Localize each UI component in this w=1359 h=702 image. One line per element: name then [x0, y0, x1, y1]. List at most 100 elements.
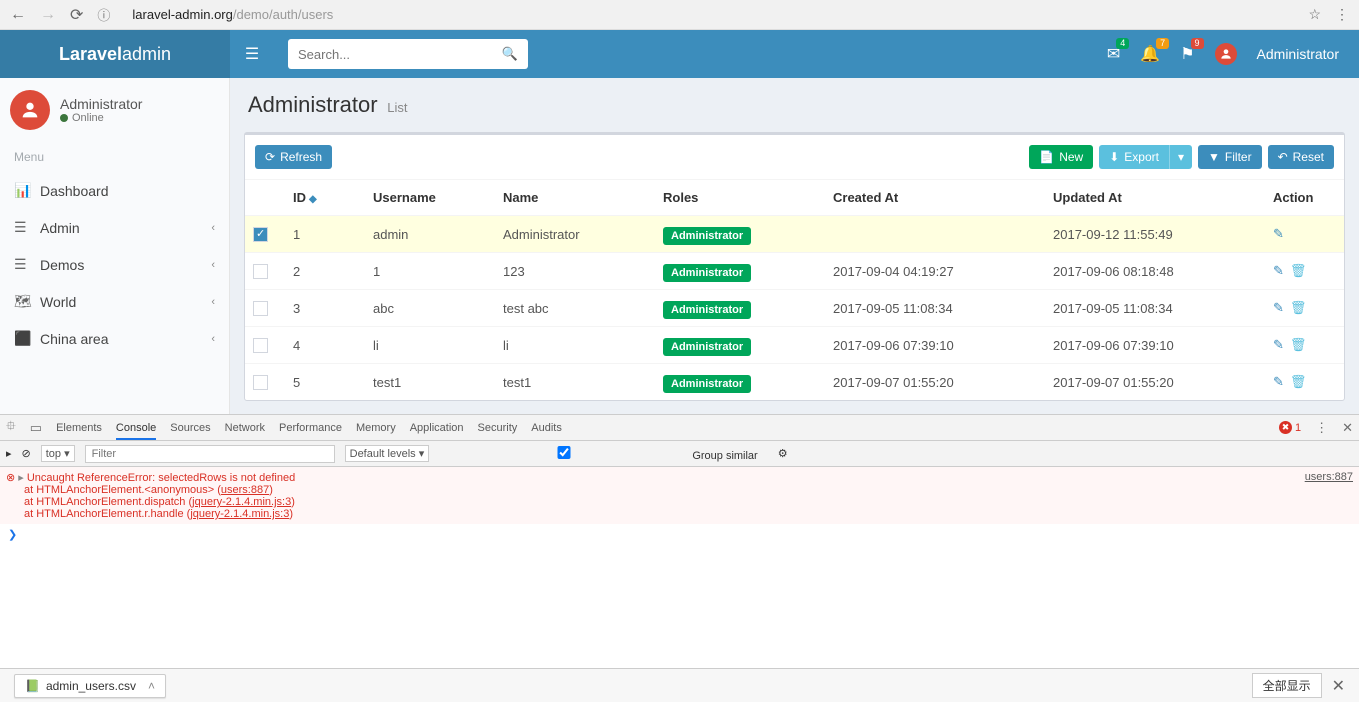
devtools-close-icon[interactable]: ✕: [1342, 420, 1353, 436]
download-file[interactable]: 📗admin_users.csv˄: [14, 674, 166, 698]
devtools-tab-application[interactable]: Application: [410, 422, 464, 434]
mail-icon[interactable]: ✉4: [1107, 44, 1120, 64]
bell-icon[interactable]: 🔔7: [1140, 44, 1160, 64]
trash-icon[interactable]: 🗑: [1290, 263, 1307, 278]
filter-button[interactable]: ▼Filter: [1198, 145, 1262, 169]
sidebar-item-demos[interactable]: ☰Demos‹: [0, 246, 229, 283]
cell-id: 1: [285, 216, 365, 253]
sidebar-item-label: China area: [40, 331, 109, 347]
edit-icon[interactable]: ✎: [1273, 374, 1284, 389]
sidebar-item-admin[interactable]: ☰Admin‹: [0, 209, 229, 246]
export-button[interactable]: ⬇Export: [1099, 145, 1169, 169]
export-dropdown[interactable]: ▾: [1169, 145, 1192, 169]
refresh-button[interactable]: ⟳Refresh: [255, 145, 332, 169]
device-icon[interactable]: ▭: [30, 420, 42, 436]
user-name[interactable]: Administrator: [1257, 46, 1339, 62]
edit-icon[interactable]: ✎: [1273, 337, 1284, 352]
devtools-tab-sources[interactable]: Sources: [170, 422, 210, 434]
new-button[interactable]: 📄New: [1029, 145, 1093, 169]
role-badge: Administrator: [663, 301, 751, 319]
edit-icon[interactable]: ✎: [1273, 263, 1284, 278]
devtools-tab-console[interactable]: Console: [116, 422, 156, 440]
cell-name: 123: [495, 253, 655, 290]
forward-icon[interactable]: →: [40, 6, 56, 24]
group-similar-checkbox[interactable]: Group similar: [439, 446, 757, 462]
search-box: 🔍: [288, 39, 528, 69]
sidebar-item-dashboard[interactable]: 📊Dashboard: [0, 172, 229, 209]
page-title: Administrator: [248, 92, 378, 117]
browser-toolbar: ← → ⟳ ⓘ laravel-admin.org/demo/auth/user…: [0, 0, 1359, 30]
download-bar: 📗admin_users.csv˄ 全部显示 ✕: [0, 668, 1359, 702]
menu-icon[interactable]: ⋮: [1335, 6, 1349, 23]
devtools-filter-bar: ▸ ⊘ top ▾ Default levels ▾ Group similar…: [0, 441, 1359, 467]
cell-updated: 2017-09-05 11:08:34: [1045, 290, 1265, 327]
sidebar-item-china-area[interactable]: ⬛ China area ‹: [0, 320, 229, 357]
scope-select[interactable]: top ▾: [41, 445, 75, 462]
table-row: 5 test1 test1 Administrator 2017-09-07 0…: [245, 364, 1344, 401]
sort-icon[interactable]: ◆: [309, 194, 317, 205]
stack-link[interactable]: jquery-2.1.4.min.js:3: [190, 508, 289, 520]
data-table: ID◆ Username Name Roles Created At Updat…: [245, 179, 1344, 400]
table-row: 2 1 123 Administrator 2017-09-04 04:19:2…: [245, 253, 1344, 290]
map2-icon: ⬛: [14, 330, 30, 347]
brand-logo[interactable]: Laravel admin: [0, 30, 230, 78]
cell-username: test1: [365, 364, 495, 401]
stack-link[interactable]: jquery-2.1.4.min.js:3: [192, 496, 291, 508]
console-prompt[interactable]: ❯: [0, 524, 1359, 545]
edit-icon[interactable]: ✎: [1273, 226, 1284, 241]
cell-name: test abc: [495, 290, 655, 327]
table-row: 1 admin Administrator Administrator 2017…: [245, 216, 1344, 253]
search-icon[interactable]: 🔍: [502, 46, 518, 62]
clear-icon[interactable]: ⊘: [22, 447, 31, 460]
address-bar[interactable]: laravel-admin.org/demo/auth/users: [124, 3, 1294, 26]
search-input[interactable]: [298, 47, 502, 62]
cell-username: admin: [365, 216, 495, 253]
cell-created: 2017-09-05 11:08:34: [825, 290, 1045, 327]
download-close-icon[interactable]: ✕: [1332, 676, 1345, 696]
levels-select[interactable]: Default levels ▾: [345, 445, 430, 462]
sidebar-item-world[interactable]: 🗺World‹: [0, 283, 229, 320]
star-icon[interactable]: ☆: [1308, 6, 1321, 23]
row-checkbox[interactable]: [253, 301, 268, 316]
trash-icon[interactable]: 🗑: [1290, 337, 1307, 352]
trash-icon[interactable]: 🗑: [1290, 300, 1307, 315]
settings-icon[interactable]: ⚙: [778, 447, 788, 460]
devtools-tab-memory[interactable]: Memory: [356, 422, 396, 434]
devtools-menu-icon[interactable]: ⋮: [1315, 420, 1328, 436]
hamburger-icon[interactable]: ☰: [230, 44, 274, 64]
user-avatar[interactable]: [1215, 43, 1237, 65]
devtools-filter-input[interactable]: [85, 445, 335, 463]
back-icon[interactable]: ←: [10, 6, 26, 24]
export-group: ⬇Export ▾: [1099, 145, 1192, 169]
row-checkbox[interactable]: [253, 338, 268, 353]
flag-icon[interactable]: ⚑9: [1180, 44, 1194, 64]
inspect-icon[interactable]: ⯐: [6, 417, 16, 439]
sidebar-menu-header: Menu: [0, 142, 229, 172]
devtools-tab-performance[interactable]: Performance: [279, 422, 342, 434]
sidebar: Administrator Online Menu 📊Dashboard☰Adm…: [0, 30, 230, 414]
chevron-left-icon: ‹: [211, 333, 215, 345]
edit-icon[interactable]: ✎: [1273, 300, 1284, 315]
row-checkbox[interactable]: [253, 264, 268, 279]
cell-updated: 2017-09-06 08:18:48: [1045, 253, 1265, 290]
devtools-tab-audits[interactable]: Audits: [531, 422, 562, 434]
devtools-tabs: ⯐ ▭ Elements Console Sources Network Perform…: [0, 415, 1359, 441]
sidebar-user-name: Administrator: [60, 96, 142, 112]
devtools-tab-security[interactable]: Security: [478, 422, 518, 434]
reload-icon[interactable]: ⟳: [70, 5, 83, 25]
error-count[interactable]: ✖1: [1279, 421, 1301, 434]
site-info-icon[interactable]: ⓘ: [97, 5, 110, 24]
row-checkbox[interactable]: [253, 375, 268, 390]
stack-link[interactable]: users:887: [221, 484, 269, 496]
sidebar-item-label: Dashboard: [40, 183, 109, 199]
trash-icon[interactable]: 🗑: [1290, 374, 1307, 389]
row-checkbox[interactable]: [253, 227, 268, 242]
reset-button[interactable]: ↶Reset: [1268, 145, 1334, 169]
error-source-link[interactable]: users:887: [1305, 471, 1353, 484]
show-all-button[interactable]: 全部显示: [1252, 673, 1322, 698]
play-icon[interactable]: ▸: [6, 447, 12, 460]
devtools-tab-elements[interactable]: Elements: [56, 422, 102, 434]
list-icon: ☰: [14, 219, 30, 236]
table-row: 3 abc test abc Administrator 2017-09-05 …: [245, 290, 1344, 327]
devtools-tab-network[interactable]: Network: [225, 422, 265, 434]
